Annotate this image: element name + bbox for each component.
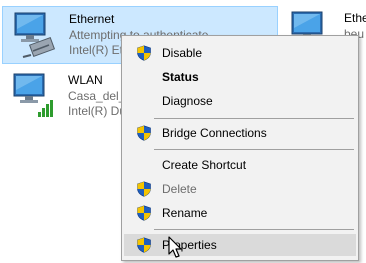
menu-item-label: Rename [162,206,208,220]
mouse-pointer-icon [168,236,182,258]
menu-separator [154,149,354,150]
menu-item-status[interactable]: Status [124,66,356,88]
menu-item-bridge-connections[interactable]: Bridge Connections [124,122,356,144]
adapter-device: Intel(R) Du [68,104,127,118]
menu-item-label: Disable [162,46,203,60]
shield-icon [136,181,152,197]
menu-item-label: Status [162,70,199,84]
menu-item-diagnose[interactable]: Diagnose [124,90,356,112]
shield-icon [136,45,152,61]
shield-icon [136,205,152,221]
menu-item-properties[interactable]: Properties [124,234,356,256]
shield-icon [136,237,152,253]
adapter-status: Casa_del_ [68,89,126,103]
menu-separator [154,118,354,119]
menu-item-label: Create Shortcut [162,158,247,172]
menu-item-create-shortcut[interactable]: Create Shortcut [124,154,356,176]
wlan-adapter-icon [8,72,53,117]
adapter-name: Ethe [344,11,366,25]
menu-item-label: Diagnose [162,94,213,108]
menu-item-delete[interactable]: Delete [124,178,356,200]
menu-item-label: Delete [162,182,197,196]
adapter-name: Ethernet [69,12,115,26]
menu-item-label: Bridge Connections [162,126,267,140]
shield-icon [136,125,152,141]
adapter-name: WLAN [68,73,103,87]
menu-item-rename[interactable]: Rename [124,202,356,224]
menu-item-disable[interactable]: Disable [124,42,356,64]
context-menu: Disable Status Diagnose Bridge Connectio… [121,35,359,261]
menu-separator [154,229,354,230]
ethernet-adapter-icon [9,11,56,58]
adapter-device: Intel(R) Et [69,43,124,57]
